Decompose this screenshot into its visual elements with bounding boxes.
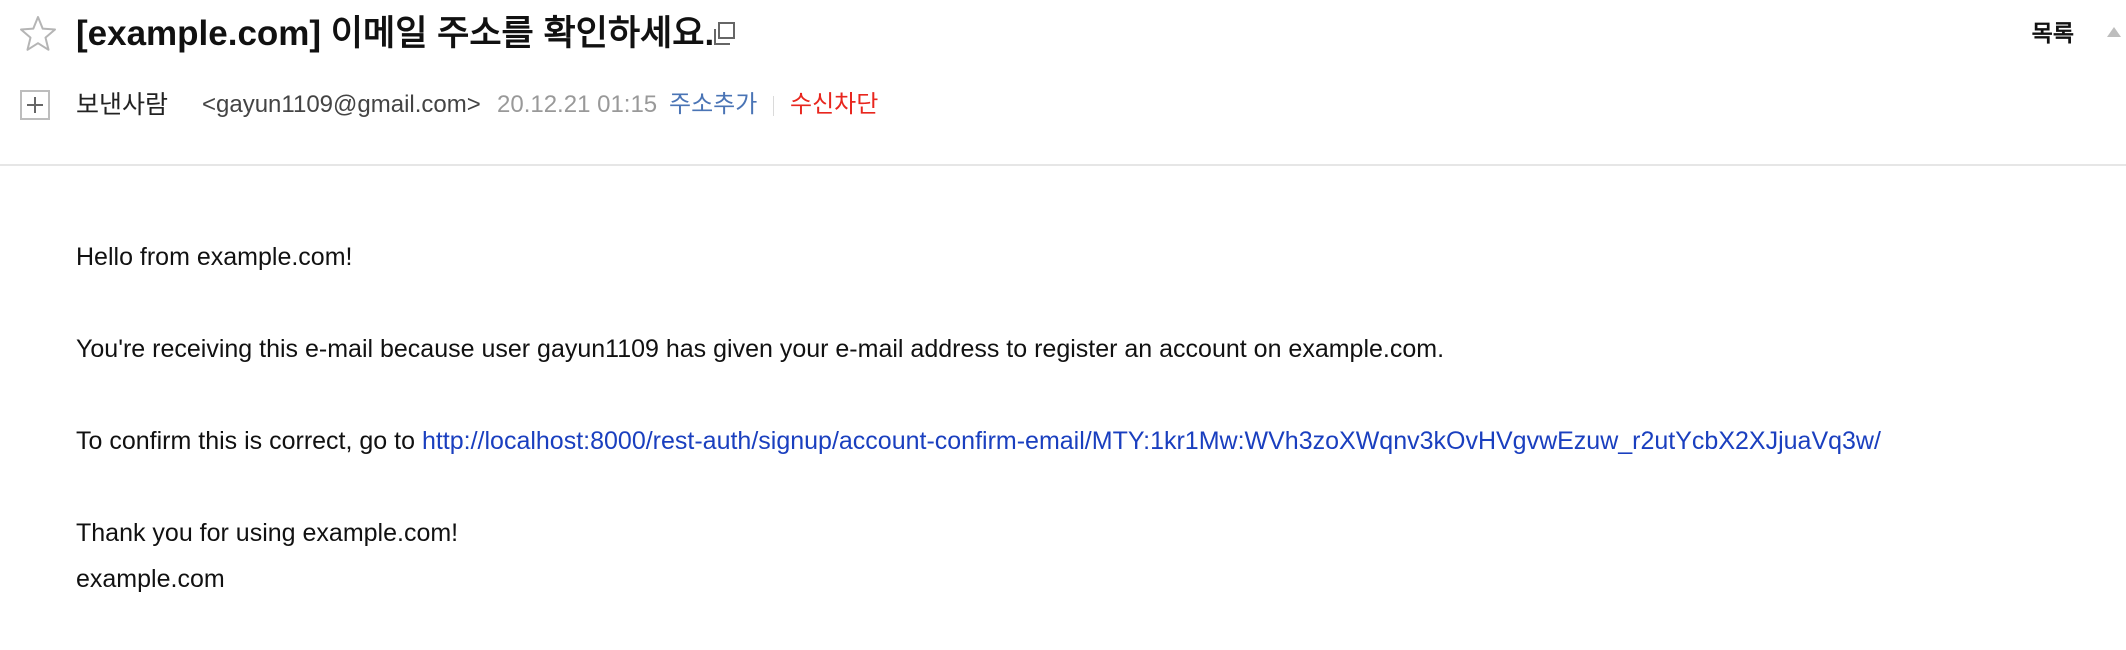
plus-icon — [27, 97, 43, 113]
scroll-up-icon[interactable] — [2106, 26, 2122, 38]
reason-text: You're receiving this e-mail because use… — [76, 335, 1445, 363]
list-button[interactable]: 목록 — [2032, 18, 2074, 48]
separator — [773, 96, 774, 116]
sender-email: <gayun1109@gmail.com> — [202, 91, 481, 118]
add-address-link[interactable]: 주소추가 — [669, 88, 757, 122]
confirm-prefix-text: To confirm this is correct, go to — [76, 427, 422, 455]
sender-label: 보낸사람 — [76, 91, 169, 119]
signature-text: example.com — [76, 565, 225, 593]
copy-icon[interactable] — [710, 20, 738, 48]
confirm-link[interactable]: http://localhost:8000/rest-auth/signup/a… — [422, 427, 1881, 455]
sent-date: 20.12.21 01:15 — [497, 91, 658, 118]
greeting-text: Hello from example.com! — [76, 243, 353, 271]
mail-header: [example.com] 이메일 주소를 확인하세요. 목록 보낸사람 <ga… — [0, 0, 2126, 166]
thanks-text: Thank you for using example.com! — [76, 519, 459, 547]
expand-sender-button[interactable] — [20, 90, 50, 120]
block-sender-link[interactable]: 수신차단 — [790, 88, 878, 122]
sender-row: 보낸사람 <gayun1109@gmail.com> 20.12.21 01:1… — [0, 86, 2126, 126]
star-icon[interactable] — [18, 14, 58, 54]
mail-subject: [example.com] 이메일 주소를 확인하세요. — [76, 14, 715, 53]
confirm-line: To confirm this is correct, go to http:/… — [76, 424, 1881, 458]
